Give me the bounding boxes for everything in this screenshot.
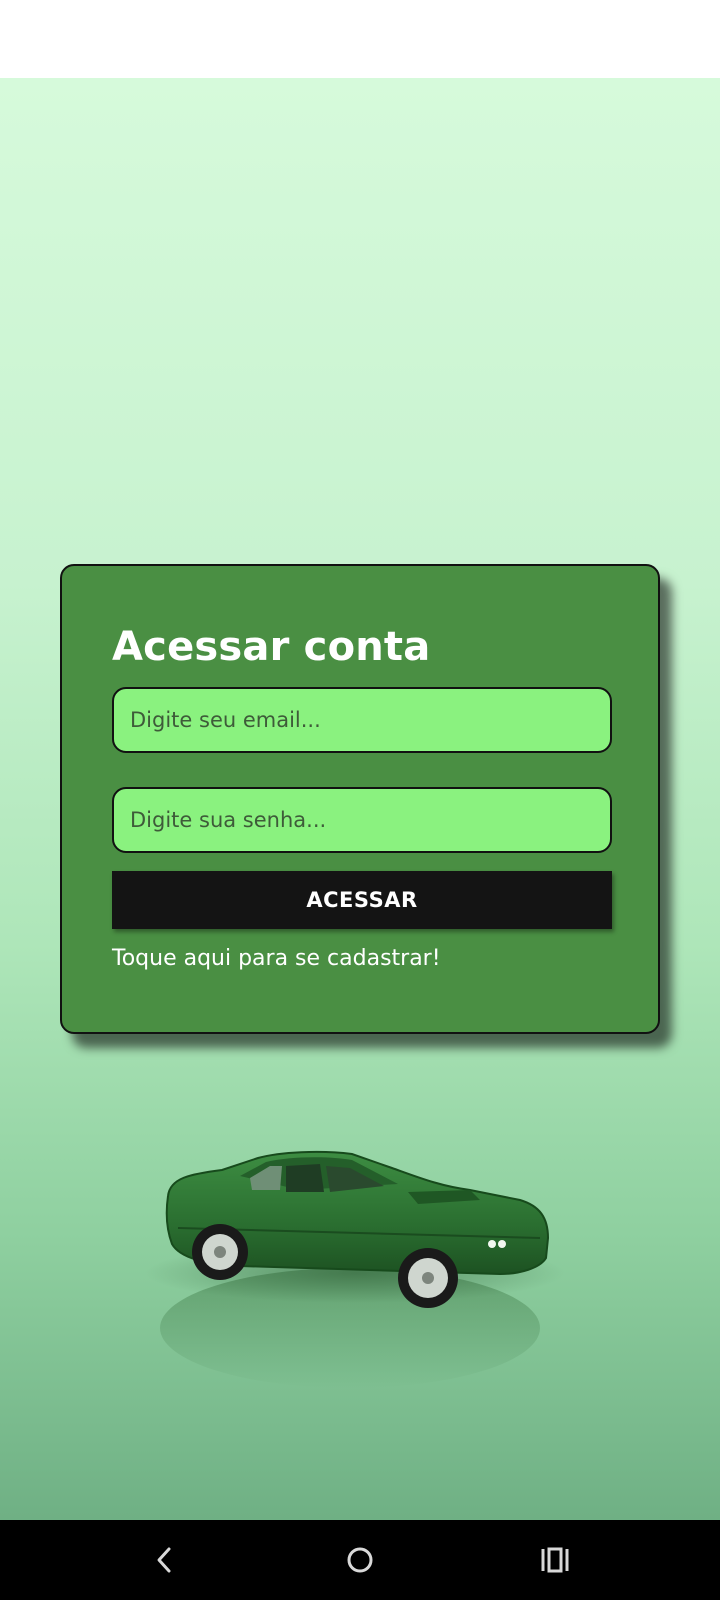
back-icon [157, 1547, 171, 1573]
app-screen: Acessar conta ACESSAR Toque aqui para se… [0, 78, 720, 1520]
login-button[interactable]: ACESSAR [112, 871, 612, 929]
register-link[interactable]: Toque aqui para se cadastrar! [112, 946, 441, 971]
email-field[interactable] [112, 687, 612, 753]
login-card: Acessar conta ACESSAR Toque aqui para se… [60, 564, 660, 1034]
password-field[interactable] [112, 787, 612, 853]
status-bar [0, 0, 720, 78]
recents-icon [541, 1547, 569, 1573]
home-button[interactable] [330, 1534, 390, 1586]
back-button[interactable] [133, 1534, 193, 1586]
recents-button[interactable] [526, 1534, 586, 1586]
system-navigation-bar [0, 1520, 720, 1600]
home-icon [347, 1547, 373, 1573]
car-icon [145, 1150, 565, 1388]
login-title: Acessar conta [112, 624, 431, 670]
